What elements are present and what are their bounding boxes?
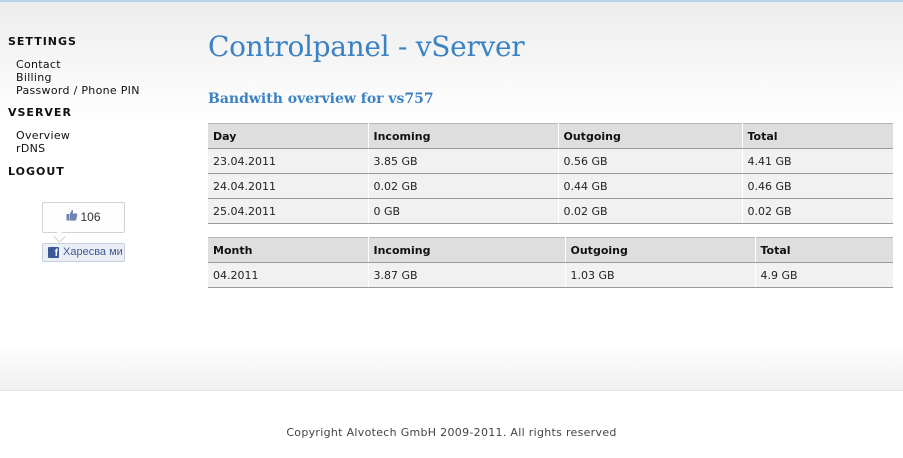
bandwidth-subtitle: Bandwith overview for vs757 [208,91,434,107]
like-count: 106 [80,210,101,224]
cell-day: 23.04.2011 [208,148,369,174]
cell-outgoing: 0.44 GB [558,173,743,199]
footer-copyright: Copyright Alvotech GmbH 2009-2011. All r… [286,426,617,439]
table-row: 25.04.2011 0 GB 0.02 GB 0.02 GB [208,198,893,224]
cell-total: 0.02 GB [742,198,893,224]
facebook-icon: f [48,247,59,259]
column-header-outgoing: Outgoing [565,237,756,263]
column-header-day: Day [208,123,369,149]
thumbs-up-icon [66,203,78,232]
cell-outgoing: 0.56 GB [558,148,743,174]
logout-link[interactable]: LOGOUT [8,165,188,179]
settings-heading: SETTINGS [8,35,77,48]
cell-incoming: 3.87 GB [368,262,566,288]
cell-day: 25.04.2011 [208,198,369,224]
settings-menu: Contact Billing Password / Phone PIN [8,58,188,97]
page-title: Controlpanel - vServer [208,30,525,63]
cell-total: 4.41 GB [742,148,893,174]
column-header-month: Month [208,237,369,263]
table-row: 23.04.2011 3.85 GB 0.56 GB 4.41 GB [208,148,893,174]
column-header-outgoing: Outgoing [558,123,743,149]
cell-outgoing: 0.02 GB [558,198,743,224]
facebook-like-button[interactable]: f Харесва ми [42,243,125,262]
sidebar-item-rdns[interactable]: rDNS [8,142,188,155]
sidebar-item-password-phone-pin[interactable]: Password / Phone PIN [8,84,188,97]
like-count-box: 106 [42,202,125,233]
cell-total: 4.9 GB [755,262,893,288]
table-header-row: Month Incoming Outgoing Total [208,237,893,263]
cell-outgoing: 1.03 GB [565,262,756,288]
cell-month: 04.2011 [208,262,369,288]
cell-incoming: 3.85 GB [368,148,559,174]
daily-bandwidth-table: Day Incoming Outgoing Total 23.04.2011 3… [208,123,893,224]
column-header-incoming: Incoming [368,123,559,149]
vserver-menu: Overview rDNS [8,129,188,155]
like-button-label: Харесва ми [63,246,123,258]
sidebar-item-overview[interactable]: Overview [8,129,188,142]
column-header-total: Total [742,123,893,149]
column-header-incoming: Incoming [368,237,566,263]
table-row: 04.2011 3.87 GB 1.03 GB 4.9 GB [208,262,893,288]
footer-divider [0,390,903,391]
table-header-row: Day Incoming Outgoing Total [208,123,893,149]
cell-day: 24.04.2011 [208,173,369,199]
column-header-total: Total [755,237,893,263]
sidebar: SETTINGS Contact Billing Password / Phon… [8,35,188,179]
sidebar-item-billing[interactable]: Billing [8,71,188,84]
cell-total: 0.46 GB [742,173,893,199]
cell-incoming: 0 GB [368,198,559,224]
monthly-bandwidth-table: Month Incoming Outgoing Total 04.2011 3.… [208,237,893,288]
sidebar-item-contact[interactable]: Contact [8,58,188,71]
cell-incoming: 0.02 GB [368,173,559,199]
table-row: 24.04.2011 0.02 GB 0.44 GB 0.46 GB [208,173,893,199]
vserver-heading: VSERVER [8,106,72,119]
